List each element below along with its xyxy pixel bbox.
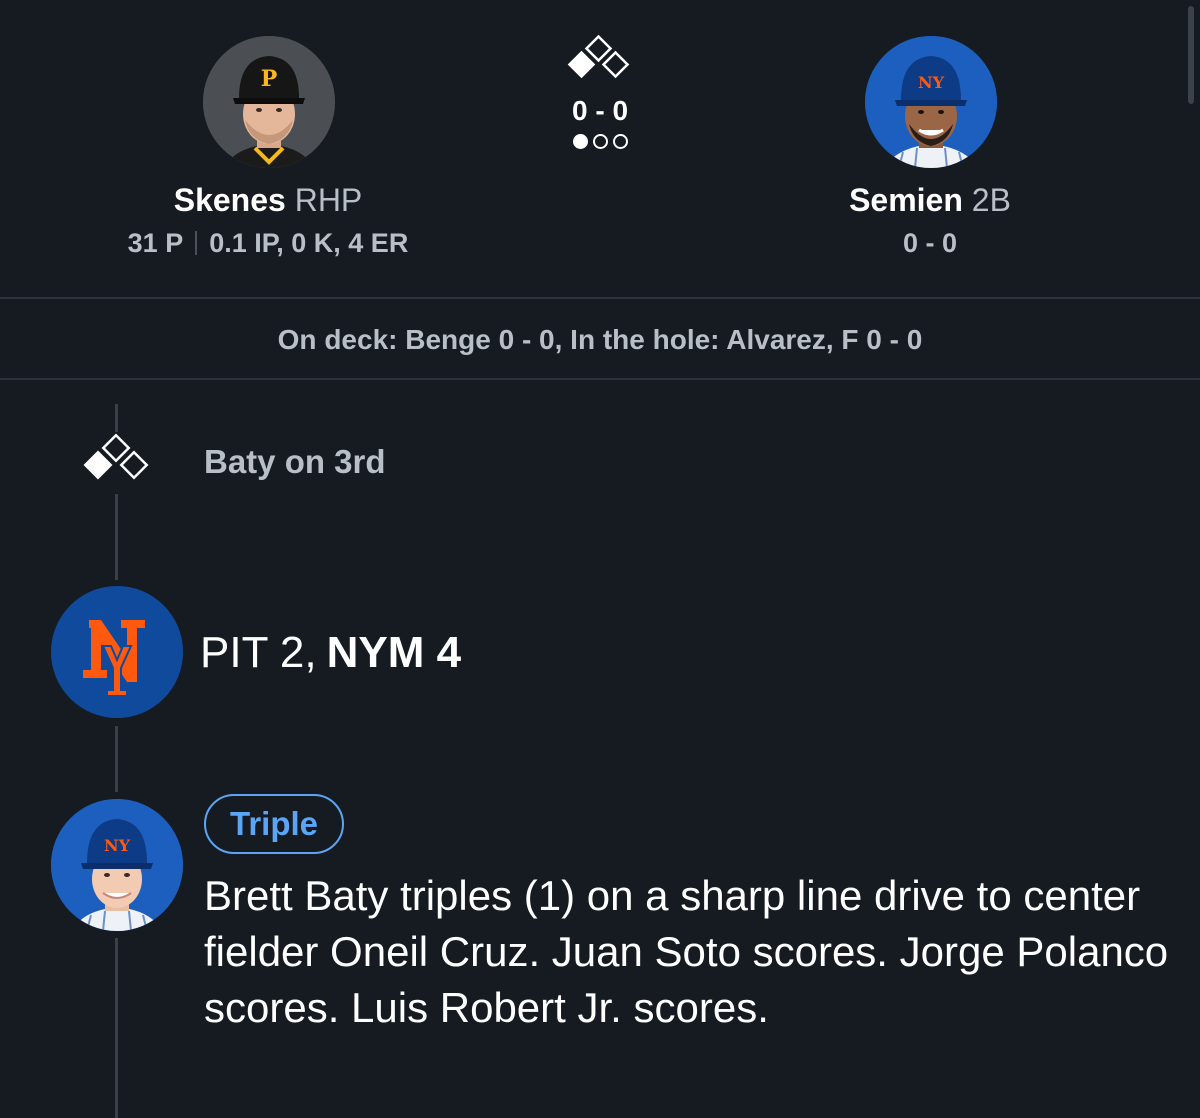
away-score: PIT 2, xyxy=(200,628,317,677)
runner-status-text: Baty on 3rd xyxy=(204,443,386,480)
play-player-avatar[interactable]: NY xyxy=(51,799,183,931)
score-update: PIT 2, NYM 4 xyxy=(200,625,461,681)
timeline-connector xyxy=(115,726,118,792)
gamecast-screen: P Skenes RHP 31 P 0.1 IP, 0 K, 4 ER 0 - 0 xyxy=(0,0,1200,1118)
mets-logo-glyph xyxy=(51,586,183,718)
batter-name-line: Semien 2B xyxy=(730,180,1130,220)
pitcher-name[interactable]: Skenes xyxy=(174,182,286,218)
svg-text:NY: NY xyxy=(918,73,945,92)
bases-diamond-icon xyxy=(83,433,149,480)
timeline-connector xyxy=(115,404,118,432)
out-dot-icon xyxy=(572,134,588,149)
pitcher-pitch-count: 31 P xyxy=(127,228,184,258)
bases-diamond-icon xyxy=(567,34,630,79)
outs-indicator xyxy=(540,134,660,149)
timeline-connector xyxy=(115,938,118,1118)
play-description: Brett Baty triples (1) on a sharp line d… xyxy=(204,872,1169,1031)
batter-stats: 0 - 0 xyxy=(720,226,1140,260)
pitcher-avatar[interactable]: P xyxy=(203,36,335,168)
pitcher-position: RHP xyxy=(294,182,363,218)
batter-name[interactable]: Semien xyxy=(849,182,963,218)
pitcher-stats: 31 P 0.1 IP, 0 K, 4 ER xyxy=(58,226,478,260)
home-score: NYM 4 xyxy=(326,628,462,677)
batter-avatar[interactable]: NY xyxy=(865,36,997,168)
pitcher-name-line: Skenes RHP xyxy=(68,180,468,220)
pitcher-headshot-icon: P xyxy=(203,36,335,168)
out-dot-icon xyxy=(612,134,628,149)
play-type-badge: Triple xyxy=(204,794,345,854)
svg-text:P: P xyxy=(261,66,278,92)
ball-strike-count: 0 - 0 xyxy=(571,95,629,126)
svg-text:NY: NY xyxy=(104,836,131,855)
count-indicator: 0 - 0 xyxy=(540,34,660,149)
batter-headshot-icon: NY xyxy=(51,799,183,931)
timeline-connector xyxy=(115,494,118,580)
out-dot-icon xyxy=(592,134,608,149)
batter-headshot-icon: NY xyxy=(865,36,997,168)
current-matchup: P Skenes RHP 31 P 0.1 IP, 0 K, 4 ER 0 - 0 xyxy=(0,0,1200,298)
batter-game-line: 0 - 0 xyxy=(902,228,958,258)
mets-logo-icon xyxy=(51,586,183,718)
divider xyxy=(0,378,1200,380)
stat-divider xyxy=(195,231,198,255)
due-up-bar: On deck: Benge 0 - 0, In the hole: Alvar… xyxy=(277,324,923,355)
divider xyxy=(0,297,1200,299)
batter-position: 2B xyxy=(971,182,1011,218)
pitcher-game-line: 0.1 IP, 0 K, 4 ER xyxy=(209,228,409,258)
